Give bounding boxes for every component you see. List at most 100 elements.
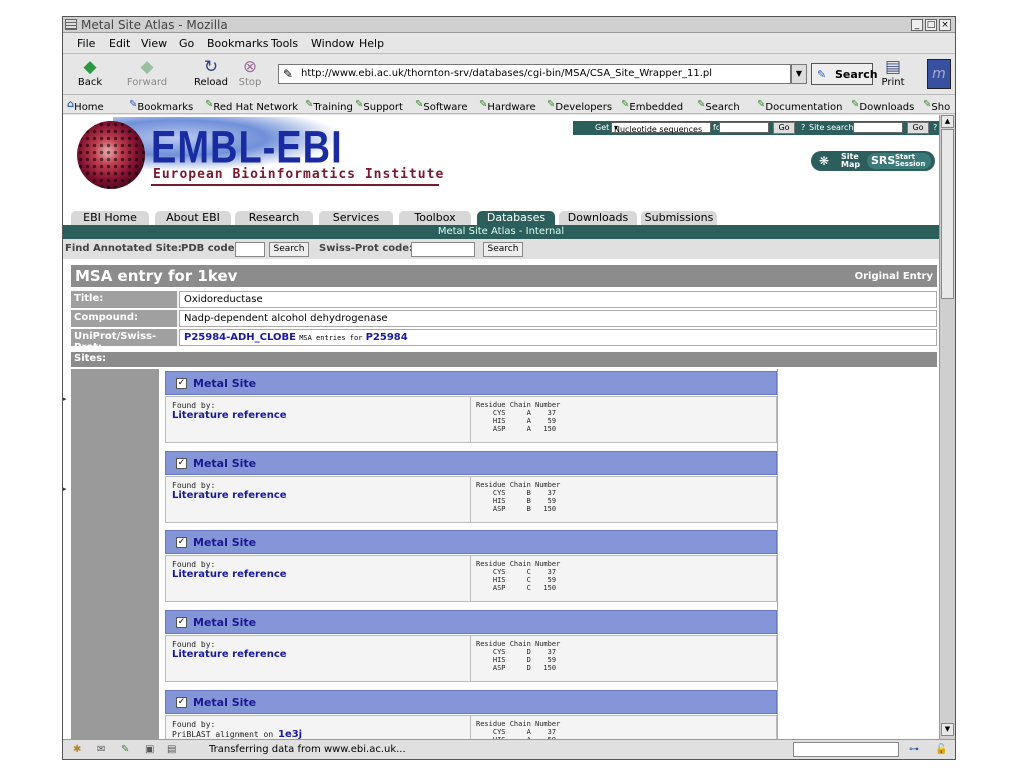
pdb-code-input[interactable] <box>235 242 265 257</box>
menu-edit[interactable]: Edit <box>109 37 130 50</box>
site-map-link[interactable]: Site Map <box>841 153 860 169</box>
menu-file[interactable]: File <box>77 37 95 50</box>
mail-icon[interactable]: ✉ <box>97 744 105 755</box>
metal-site-card: ✓ Metal Site Found by: Literature refere… <box>165 451 777 523</box>
bookmark-hardware[interactable]: ✎ Hardware <box>479 99 536 113</box>
bookmark-support[interactable]: ✎ Support <box>355 99 403 113</box>
literature-reference-link[interactable]: Literature reference <box>172 569 287 580</box>
site-help-icon[interactable]: ? <box>933 123 937 132</box>
url-field[interactable]: ✎ http://www.ebi.ac.uk/thornton-srv/data… <box>278 64 791 84</box>
bookmark-downloads[interactable]: ✎ Downloads <box>851 99 914 113</box>
scroll-down-icon[interactable]: ▼ <box>941 723 954 736</box>
site-title[interactable]: Metal Site <box>193 457 256 470</box>
swissprot-search-button[interactable]: Search <box>483 242 523 257</box>
bookmark-embedded[interactable]: ✎ Embedded <box>621 99 683 113</box>
original-entry-link[interactable]: Original Entry <box>855 271 933 282</box>
site-checkbox[interactable]: ✓ <box>176 697 187 708</box>
help-icon[interactable]: ? <box>801 123 805 132</box>
metal-site-header: ✓ Metal Site <box>165 530 777 554</box>
bookmark-bookmarks[interactable]: ✎ Bookmarks <box>129 99 193 113</box>
bookmark-search[interactable]: ✎ Search <box>697 99 740 113</box>
sites-header: Sites: <box>71 352 937 367</box>
site-title[interactable]: Metal Site <box>193 536 256 549</box>
print-button[interactable]: ▤ Print <box>877 57 909 93</box>
vertical-scrollbar[interactable]: ▲ ▼ <box>939 115 955 739</box>
tab-about-ebi[interactable]: About EBI <box>155 211 231 225</box>
minimize-icon[interactable]: _ <box>911 19 923 31</box>
reload-button[interactable]: ↻ Reload <box>191 57 231 93</box>
bookmark-red-hat-network[interactable]: ✎ Red Hat Network <box>205 99 298 113</box>
site-title[interactable]: Metal Site <box>193 696 256 709</box>
tab-services[interactable]: Services <box>319 211 393 225</box>
tab-toolbox[interactable]: Toolbox <box>399 211 471 225</box>
menu-view[interactable]: View <box>141 37 167 50</box>
page-proxy-icon: ✎ <box>283 67 294 81</box>
forward-button[interactable]: ◆ Forward <box>125 57 169 93</box>
address-book-icon[interactable]: ▣ <box>145 744 154 755</box>
composer-icon[interactable]: ✎ <box>121 744 129 755</box>
site-title[interactable]: Metal Site <box>193 616 256 629</box>
swissprot-code-input[interactable] <box>411 242 475 257</box>
page-content: EMBL-EBI European Bioinformatics Institu… <box>63 115 939 739</box>
site-checkbox[interactable]: ✓ <box>176 458 187 469</box>
quick-go-button[interactable]: Go <box>773 122 795 134</box>
scroll-thumb[interactable] <box>941 129 954 299</box>
maximize-icon[interactable]: □ <box>925 19 937 31</box>
menu-go[interactable]: Go <box>179 37 194 50</box>
site-checkbox[interactable]: ✓ <box>176 617 187 628</box>
ebi-logo-icon[interactable] <box>77 121 145 189</box>
pdb-1e3j-link[interactable]: 1e3j <box>278 729 302 739</box>
quick-search-bar: Get Nucleotide sequences ▾ for Go ? Site… <box>573 121 939 135</box>
sites-right-column <box>777 369 937 739</box>
bookmark-overflow[interactable]: ✎ Sho <box>923 99 950 113</box>
bookmark-software[interactable]: ✎ Software <box>415 99 467 113</box>
metal-site-header: ✓ Metal Site <box>165 690 777 714</box>
site-title[interactable]: Metal Site <box>193 377 256 390</box>
back-button[interactable]: ◆ Back <box>73 57 107 93</box>
bookmarks-toolbar: ⌂ Home ✎ Bookmarks ✎ Red Hat Network ✎ Trai… <box>63 96 955 114</box>
mozilla-throbber-icon[interactable]: m <box>927 59 951 89</box>
back-arrow-icon: ◆ <box>83 57 97 77</box>
literature-reference-link[interactable]: Literature reference <box>172 649 287 660</box>
msa-entries-link[interactable]: P25984 <box>366 332 408 343</box>
menu-tools[interactable]: Tools <box>271 37 298 50</box>
stop-button[interactable]: ⊗ Stop <box>235 57 265 93</box>
tab-databases[interactable]: Databases <box>477 211 555 225</box>
menu-window[interactable]: Window <box>311 37 354 50</box>
menu-help[interactable]: Help <box>359 37 384 50</box>
site-checkbox[interactable]: ✓ <box>176 378 187 389</box>
chat-icon[interactable]: ▤ <box>167 744 176 755</box>
bookmark-training[interactable]: ✎ Training <box>305 99 353 113</box>
window-menu-icon[interactable] <box>65 19 77 30</box>
url-dropdown-icon[interactable]: ▼ <box>791 64 807 84</box>
residue-table: Residue Chain Number CYS C 37 HIS C 59 A… <box>476 560 561 592</box>
tab-research[interactable]: Research <box>235 211 313 225</box>
tab-submissions[interactable]: Submissions <box>641 211 717 225</box>
menu-bookmarks[interactable]: Bookmarks <box>207 37 268 50</box>
close-icon[interactable]: × <box>939 19 951 31</box>
quick-search-input[interactable] <box>719 122 769 133</box>
bookmark-documentation[interactable]: ✎ Documentation <box>757 99 842 113</box>
tab-downloads[interactable]: Downloads <box>559 211 637 225</box>
title-key: Title: <box>71 291 177 308</box>
ebi-underline <box>151 184 439 186</box>
online-icon[interactable]: ⊶ <box>909 744 919 755</box>
pdb-search-button[interactable]: Search <box>269 242 309 257</box>
site-go-button[interactable]: Go <box>907 122 929 134</box>
literature-reference-link[interactable]: Literature reference <box>172 410 287 421</box>
bookmark-developers[interactable]: ✎ Developers <box>547 99 612 113</box>
database-select[interactable]: Nucleotide sequences ▾ <box>611 122 711 134</box>
navigator-icon[interactable]: ✱ <box>73 744 81 755</box>
scroll-up-icon[interactable]: ▲ <box>941 115 954 128</box>
search-button[interactable]: ✎ Search <box>811 63 878 85</box>
tab-ebi-home[interactable]: EBI Home <box>71 211 149 225</box>
title-bar: Metal Site Atlas - Mozilla _ □ × <box>63 17 955 33</box>
site-search-label: Site search <box>809 123 854 132</box>
literature-reference-link[interactable]: Literature reference <box>172 490 287 501</box>
site-checkbox[interactable]: ✓ <box>176 537 187 548</box>
site-search-input[interactable] <box>853 122 903 133</box>
bookmark-home[interactable]: ⌂ Home <box>67 99 104 113</box>
column-divider <box>470 636 471 681</box>
entry-title: MSA entry for 1kev <box>75 267 238 285</box>
uniprot-link[interactable]: P25984-ADH_CLOBE <box>184 332 296 343</box>
